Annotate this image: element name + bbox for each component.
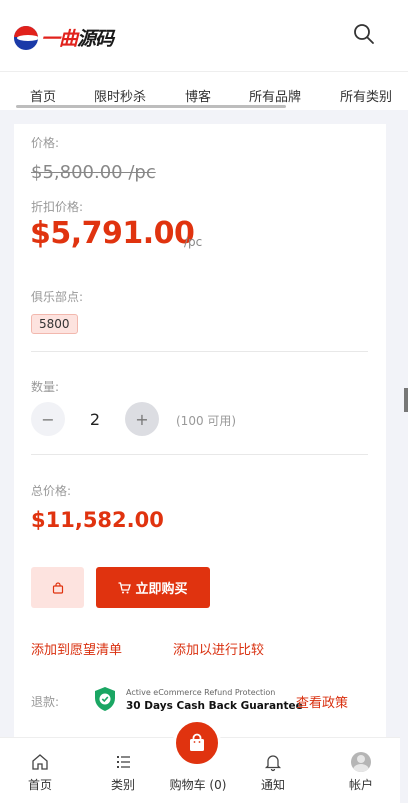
- buy-now-label: 立即购买: [135, 582, 188, 597]
- nav-scrollbar[interactable]: [16, 105, 286, 108]
- list-icon: [117, 756, 130, 768]
- refund-guarantee-text: 30 Days Cash Back Guarantee: [126, 700, 303, 712]
- site-logo[interactable]: 一曲源码: [14, 24, 114, 51]
- discount-price: $5,791.00: [30, 216, 195, 251]
- logo-mark: [14, 25, 38, 50]
- bottom-tab-home[interactable]: 首页: [0, 738, 80, 803]
- divider: [31, 454, 368, 455]
- logo-text: 一曲源码: [41, 28, 114, 50]
- discount-price-label: 折扣价格:: [31, 200, 84, 214]
- bottom-tab-categories[interactable]: 类别: [83, 738, 163, 803]
- shopping-bag-icon: [52, 581, 63, 594]
- page-scroll-handle[interactable]: [404, 388, 408, 412]
- total-price-label: 总价格:: [31, 484, 72, 498]
- product-detail-card: 价格: $5,800.00 /pc 折扣价格: $5,791.00 /pc 俱乐…: [14, 124, 386, 744]
- site-header: 一曲源码: [0, 0, 408, 72]
- search-icon[interactable]: [352, 22, 376, 46]
- nav-item-home[interactable]: 首页: [30, 86, 56, 105]
- club-points-label: 俱乐部点:: [31, 290, 84, 304]
- add-to-cart-button[interactable]: [31, 567, 84, 608]
- bell-icon: [264, 755, 282, 772]
- home-icon: [32, 754, 48, 770]
- available-stock: (100 可用): [176, 414, 237, 428]
- total-price: $11,582.00: [31, 508, 164, 532]
- avatar-icon[interactable]: [351, 752, 371, 772]
- add-to-wishlist-link[interactable]: 添加到愿望清单: [31, 639, 122, 658]
- view-policy-link[interactable]: 查看政策: [296, 692, 348, 711]
- refund-label: 退款:: [31, 695, 60, 709]
- buy-now-button[interactable]: 立即购买: [96, 567, 210, 608]
- bottom-tab-label: 购物车 (0): [169, 778, 227, 792]
- bottom-tab-label: 通知: [260, 778, 285, 792]
- quantity-value[interactable]: 2: [84, 410, 106, 429]
- original-price: $5,800.00 /pc: [31, 162, 156, 183]
- nav-item-all-categories[interactable]: 所有类别: [340, 86, 392, 105]
- quantity-increase-button[interactable]: +: [125, 402, 159, 436]
- divider: [31, 351, 368, 352]
- bottom-tab-notifications[interactable]: 通知: [233, 738, 313, 803]
- shopping-bag-icon: [190, 733, 204, 751]
- club-points-badge: 5800: [31, 314, 78, 334]
- add-to-compare-link[interactable]: 添加以进行比较: [173, 639, 264, 658]
- price-unit: /pc: [184, 235, 203, 249]
- refund-protection-text: Active eCommerce Refund Protection: [126, 688, 276, 697]
- cart-icon: [118, 581, 132, 593]
- nav-item-blog[interactable]: 博客: [185, 86, 211, 105]
- quantity-label: 数量:: [31, 380, 60, 394]
- nav-item-flash-sale[interactable]: 限时秒杀: [94, 86, 146, 105]
- cart-button[interactable]: [173, 719, 221, 767]
- bottom-tab-label: 类别: [110, 778, 135, 792]
- nav-item-all-brands[interactable]: 所有品牌: [249, 86, 301, 105]
- category-nav: 首页 限时秒杀 博客 所有品牌 所有类别: [0, 72, 408, 110]
- bottom-tab-label: 首页: [27, 778, 52, 792]
- shield-check-icon: [95, 687, 115, 711]
- bottom-tab-label: 帐户: [348, 778, 373, 792]
- quantity-decrease-button[interactable]: −: [31, 402, 65, 436]
- price-label: 价格:: [31, 136, 60, 150]
